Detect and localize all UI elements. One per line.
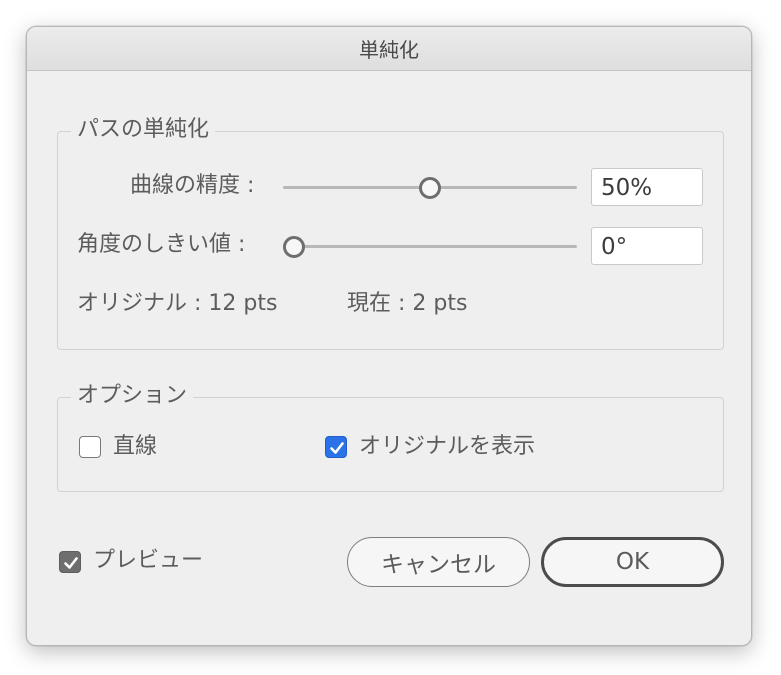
preview-label[interactable]: プレビュー — [93, 548, 203, 574]
checkmark-icon — [330, 442, 344, 454]
angle-threshold-label: 角度のしきい値 : — [77, 232, 246, 257]
preview-checkbox[interactable] — [59, 551, 81, 573]
checkmark-icon — [64, 557, 78, 569]
current-points-stat: 現在 : 2 pts — [347, 291, 468, 316]
simplify-dialog: 単純化 パスの単純化 曲線の精度 : 50% 角度のしきい値 : 0° オリジナ… — [26, 26, 752, 646]
angle-threshold-field[interactable]: 0° — [591, 227, 703, 265]
cancel-button[interactable]: キャンセル — [347, 537, 530, 587]
show-original-label[interactable]: オリジナルを表示 — [359, 434, 535, 460]
angle-threshold-thumb[interactable] — [283, 236, 305, 258]
straight-lines-checkbox[interactable] — [79, 436, 101, 458]
dialog-titlebar[interactable]: 単純化 — [27, 27, 751, 71]
show-original-checkbox[interactable] — [325, 436, 347, 458]
curve-precision-slider[interactable] — [283, 177, 577, 199]
curve-precision-thumb[interactable] — [419, 177, 441, 199]
original-points-stat: オリジナル : 12 pts — [77, 291, 278, 316]
curve-precision-label: 曲線の精度 : — [130, 173, 255, 198]
curve-precision-field[interactable]: 50% — [591, 168, 703, 206]
angle-threshold-track — [283, 245, 577, 248]
ok-button[interactable]: OK — [541, 537, 724, 587]
path-simplify-group-title: パスの単純化 — [71, 117, 216, 143]
dialog-title: 単純化 — [359, 38, 419, 62]
angle-threshold-slider[interactable] — [283, 236, 577, 258]
options-group-title: オプション — [71, 383, 194, 409]
straight-lines-label[interactable]: 直線 — [113, 434, 157, 460]
